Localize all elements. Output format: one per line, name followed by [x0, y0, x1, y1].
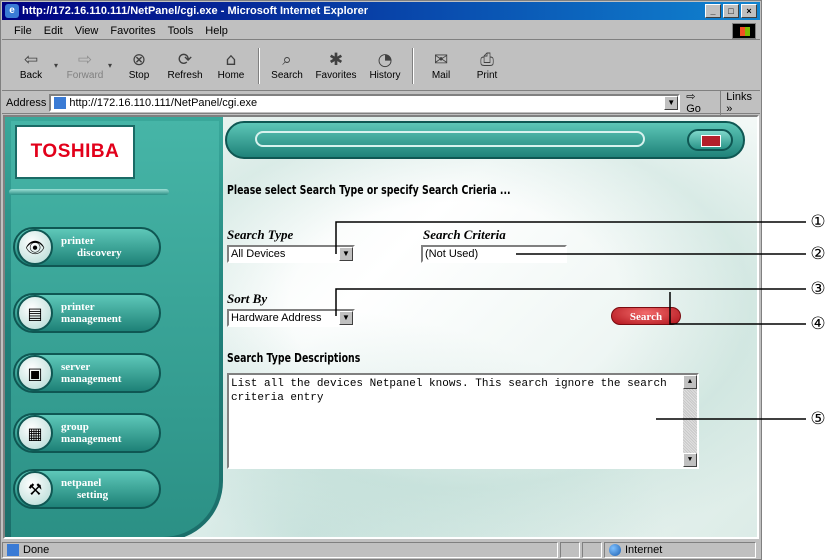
callout-line-1 [335, 221, 806, 254]
callout-number-4: ④ [810, 314, 826, 334]
callout-number-2: ② [810, 244, 826, 264]
callout-lines [335, 221, 806, 420]
callout-line-3 [335, 288, 806, 316]
callout-number-5: ⑤ [810, 409, 826, 429]
callout-number-3: ③ [810, 279, 826, 299]
callout-number-1: ① [810, 212, 826, 232]
callout-line-4 [669, 292, 806, 325]
